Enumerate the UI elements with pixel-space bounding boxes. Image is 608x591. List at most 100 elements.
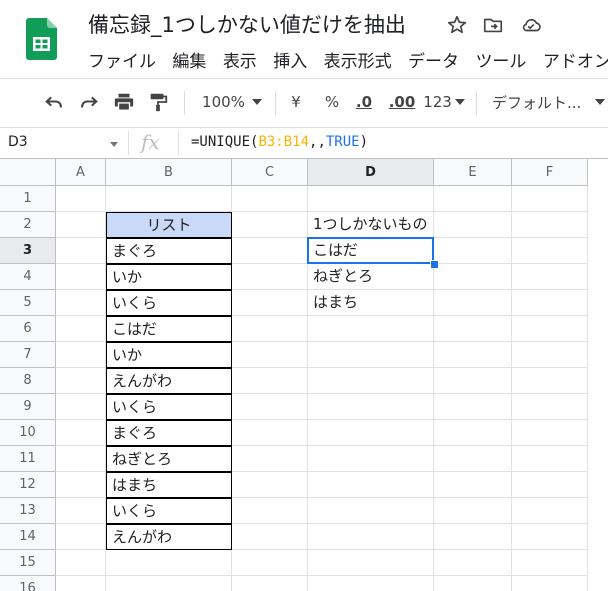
list-cell[interactable]: まぐろ xyxy=(106,420,232,446)
cell-f11[interactable] xyxy=(512,446,588,472)
cell-d12[interactable] xyxy=(308,472,434,498)
cell-c14[interactable] xyxy=(232,524,308,550)
row-header-13[interactable]: 13 xyxy=(0,498,56,524)
cell-a2[interactable] xyxy=(56,212,106,238)
column-header-b[interactable]: B xyxy=(106,159,232,186)
cell-f6[interactable] xyxy=(512,316,588,342)
cell-f3[interactable] xyxy=(512,238,588,264)
list-cell[interactable]: ねぎとろ xyxy=(106,446,232,472)
cell-e15[interactable] xyxy=(434,550,512,576)
cell-c8[interactable] xyxy=(232,368,308,394)
cell-d6[interactable] xyxy=(308,316,434,342)
cell-a11[interactable] xyxy=(56,446,106,472)
cell-f4[interactable] xyxy=(512,264,588,290)
cell-c2[interactable] xyxy=(232,212,308,238)
cell-a5[interactable] xyxy=(56,290,106,316)
cell-e6[interactable] xyxy=(434,316,512,342)
list-cell[interactable]: いくら xyxy=(106,498,232,524)
cell-d8[interactable] xyxy=(308,368,434,394)
cell-f15[interactable] xyxy=(512,550,588,576)
list-cell[interactable]: いくら xyxy=(106,394,232,420)
redo-button[interactable] xyxy=(77,90,101,114)
cell-e8[interactable] xyxy=(434,368,512,394)
result-header-cell[interactable]: 1つしかないもの xyxy=(308,212,434,238)
cell-a12[interactable] xyxy=(56,472,106,498)
cell-f8[interactable] xyxy=(512,368,588,394)
cell-b1[interactable] xyxy=(106,186,232,212)
document-title[interactable]: 備忘録_1つしかない値だけを抽出 xyxy=(88,9,406,39)
result-cell[interactable]: ねぎとろ xyxy=(308,264,434,290)
cell-b15[interactable] xyxy=(106,550,232,576)
list-cell[interactable]: いくら xyxy=(106,290,232,316)
cell-a1[interactable] xyxy=(56,186,106,212)
cell-e13[interactable] xyxy=(434,498,512,524)
menu-tools[interactable]: ツール xyxy=(475,47,526,72)
menu-format[interactable]: 表示形式 xyxy=(324,47,392,72)
cell-c7[interactable] xyxy=(232,342,308,368)
formula-input[interactable]: =UNIQUE(B3:B14,,TRUE) xyxy=(191,134,368,150)
sheets-logo-icon[interactable] xyxy=(26,18,57,60)
cell-e10[interactable] xyxy=(434,420,512,446)
row-header-16[interactable]: 16 xyxy=(0,576,56,591)
column-header-c[interactable]: C xyxy=(232,159,308,186)
result-cell[interactable]: はまち xyxy=(308,290,434,316)
cell-c12[interactable] xyxy=(232,472,308,498)
cell-d7[interactable] xyxy=(308,342,434,368)
row-header-6[interactable]: 6 xyxy=(0,316,56,342)
cell-e2[interactable] xyxy=(434,212,512,238)
cell-a15[interactable] xyxy=(56,550,106,576)
cell-f5[interactable] xyxy=(512,290,588,316)
cell-c6[interactable] xyxy=(232,316,308,342)
cell-e5[interactable] xyxy=(434,290,512,316)
cell-c11[interactable] xyxy=(232,446,308,472)
cell-d14[interactable] xyxy=(308,524,434,550)
menu-data[interactable]: データ xyxy=(408,47,459,72)
cell-e4[interactable] xyxy=(434,264,512,290)
cell-c5[interactable] xyxy=(232,290,308,316)
cell-b16[interactable] xyxy=(106,576,232,591)
cell-f7[interactable] xyxy=(512,342,588,368)
cell-e14[interactable] xyxy=(434,524,512,550)
cell-a14[interactable] xyxy=(56,524,106,550)
column-header-d[interactable]: D xyxy=(308,159,434,186)
cloud-status-icon[interactable] xyxy=(520,14,542,36)
cell-d9[interactable] xyxy=(308,394,434,420)
cell-f12[interactable] xyxy=(512,472,588,498)
menu-addons[interactable]: アドオン xyxy=(543,47,608,72)
percent-format-button[interactable]: % xyxy=(323,90,341,114)
row-header-1[interactable]: 1 xyxy=(0,186,56,212)
row-header-11[interactable]: 11 xyxy=(0,446,56,472)
cell-a3[interactable] xyxy=(56,238,106,264)
cell-a8[interactable] xyxy=(56,368,106,394)
cell-e7[interactable] xyxy=(434,342,512,368)
row-header-4[interactable]: 4 xyxy=(0,264,56,290)
cell-a9[interactable] xyxy=(56,394,106,420)
list-cell[interactable]: こはだ xyxy=(106,316,232,342)
cell-c15[interactable] xyxy=(232,550,308,576)
cell-d13[interactable] xyxy=(308,498,434,524)
row-header-10[interactable]: 10 xyxy=(0,420,56,446)
cell-a10[interactable] xyxy=(56,420,106,446)
cell-e3[interactable] xyxy=(434,238,512,264)
cell-d15[interactable] xyxy=(308,550,434,576)
menu-file[interactable]: ファイル xyxy=(88,47,156,72)
spreadsheet-grid[interactable]: A B C D E F 1 2 リスト 1つしかないもの 3 まぐろ こはだ 4 いか ねぎとろ 5 いくら はまち… xyxy=(0,159,608,591)
cell-e12[interactable] xyxy=(434,472,512,498)
cell-f10[interactable] xyxy=(512,420,588,446)
move-to-folder-icon[interactable] xyxy=(482,14,504,36)
cell-a16[interactable] xyxy=(56,576,106,591)
row-header-15[interactable]: 15 xyxy=(0,550,56,576)
cell-e1[interactable] xyxy=(434,186,512,212)
cell-a4[interactable] xyxy=(56,264,106,290)
row-header-2[interactable]: 2 xyxy=(0,212,56,238)
result-cell[interactable]: こはだ xyxy=(308,238,434,264)
cell-d11[interactable] xyxy=(308,446,434,472)
decrease-decimal-button[interactable]: .0 xyxy=(353,90,375,114)
name-box[interactable]: D3 xyxy=(8,134,28,150)
list-cell[interactable]: はまち xyxy=(106,472,232,498)
cell-e11[interactable] xyxy=(434,446,512,472)
column-header-f[interactable]: F xyxy=(512,159,588,186)
row-header-7[interactable]: 7 xyxy=(0,342,56,368)
list-cell[interactable]: えんがわ xyxy=(106,368,232,394)
row-header-3[interactable]: 3 xyxy=(0,238,56,264)
